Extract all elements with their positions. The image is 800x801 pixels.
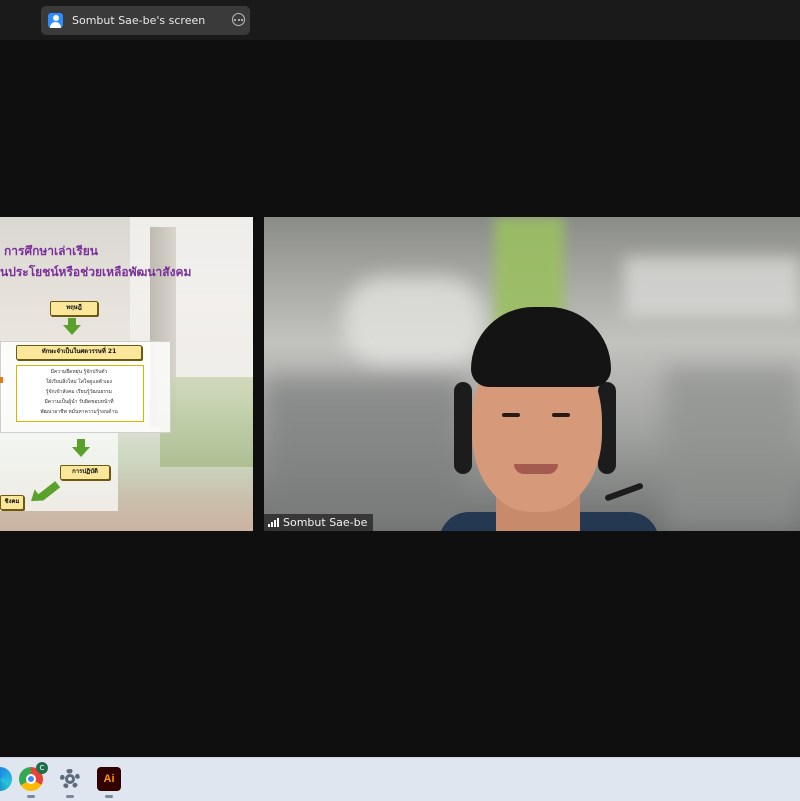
headset-mic (604, 482, 644, 502)
participant-hair (471, 307, 611, 387)
skill-line-3: รู้จักเข้าสังคม เรียนรู้วัฒนธรรม (45, 389, 113, 395)
video-background (664, 367, 800, 531)
skill-line-5: พัฒนาอาชีพ หมั่นหาความรู้รอบด้าน (40, 409, 118, 415)
flow-arrow-2 (72, 447, 90, 457)
flow-box-skills: ทักษะจำเป็นในศตวรรษที่ 21 (16, 345, 142, 360)
participant-eye-left (502, 413, 520, 417)
flow-arrow-1 (63, 325, 81, 335)
headset-left (454, 382, 472, 474)
video-background (344, 277, 484, 367)
settings-gear-icon[interactable] (58, 767, 82, 798)
slide-title-line1: การศึกษาเล่าเรียน (4, 244, 98, 258)
participant-name-tag: Sombut Sae-be (264, 514, 374, 531)
flow-box-theory: ทฤษฎี (50, 301, 98, 316)
participant-eye-right (552, 413, 570, 417)
running-indicator (66, 795, 74, 798)
chrome-profile-badge: C (36, 762, 48, 774)
video-background (264, 377, 464, 531)
skill-line-2: ใฝ่เรียนสิ่งใหม่ ใส่ใจดูแลตัวเอง (46, 379, 112, 385)
skill-line-4: มีความเป็นผู้นำ รับผิดชอบหน้าที่ (44, 399, 114, 405)
connection-signal-icon (268, 518, 279, 527)
share-label: Sombut Sae-be's screen (72, 14, 206, 27)
edge-icon[interactable] (0, 767, 12, 791)
skill-line-1: มีความยืดหยุ่น รู้จักปรับตัว (50, 369, 108, 375)
participant-mouth (514, 464, 558, 474)
meeting-top-bar: Sombut Sae-be's screen (0, 0, 800, 40)
participant-video-tile[interactable] (264, 217, 800, 531)
slide-background-grass (160, 377, 253, 467)
running-indicator (27, 795, 35, 798)
slide-title-line2: นประโยชน์หรือช่วยเหลือพัฒนาสังคม (0, 265, 192, 279)
illustrator-icon[interactable]: Ai (97, 767, 121, 798)
running-indicator (105, 795, 113, 798)
user-icon (48, 13, 63, 28)
illustrator-label: Ai (103, 773, 115, 785)
chrome-icon[interactable]: C (19, 762, 48, 798)
video-background (624, 257, 800, 317)
shared-screen-tile[interactable]: การศึกษาเล่าเรียน นประโยชน์หรือช่วยเหลือ… (0, 217, 253, 531)
participant-name: Sombut Sae-be (283, 516, 368, 529)
flow-box-bottom: ชิงคม (0, 495, 24, 510)
screen-share-indicator[interactable]: Sombut Sae-be's screen (41, 6, 250, 35)
flow-box-practice: การปฏิบัติ (60, 465, 110, 480)
taskbar: C Ai (0, 757, 800, 801)
orange-marker (0, 377, 3, 383)
more-options-icon[interactable] (232, 13, 245, 26)
